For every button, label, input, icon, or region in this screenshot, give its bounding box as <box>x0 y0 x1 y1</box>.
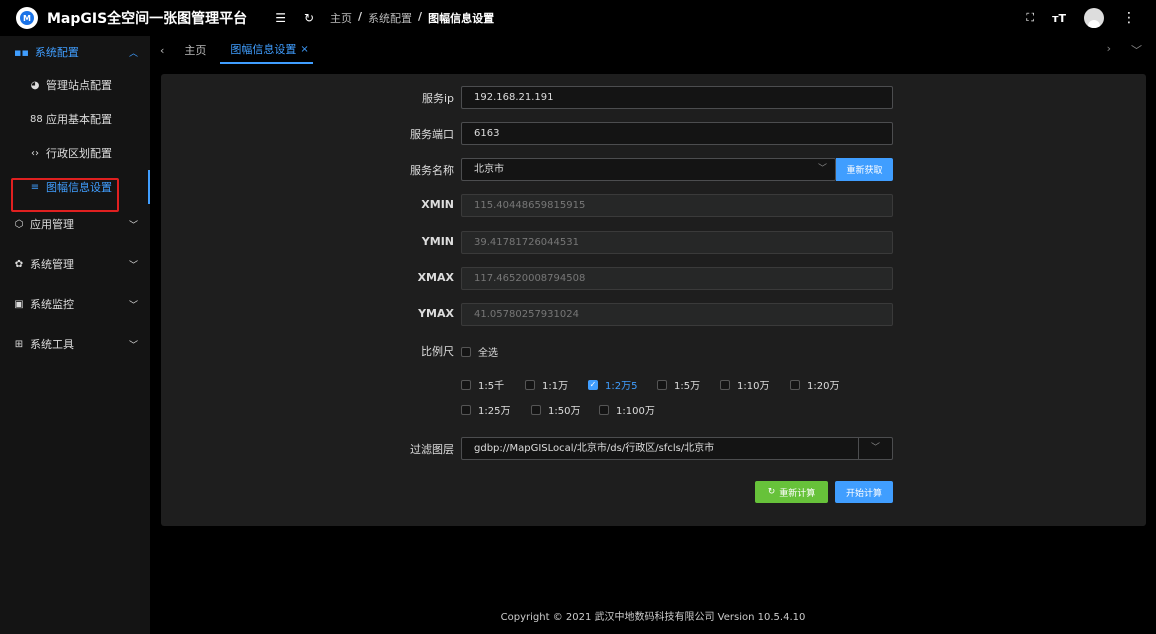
service-port-input[interactable]: 6163 <box>461 122 893 145</box>
service-ip-label: 服务ip <box>421 92 454 105</box>
scale-checkbox-250k[interactable]: 1:25万 <box>461 402 510 417</box>
scale-checkbox-100k[interactable]: 1:10万 <box>720 377 769 392</box>
avatar[interactable] <box>1084 8 1104 28</box>
ymin-label: YMIN <box>421 235 454 248</box>
service-name-label: 服务名称 <box>410 164 454 177</box>
form-panel: 服务ip 192.168.21.191 服务端口 6163 服务名称 北京市 ﹀… <box>161 74 1146 526</box>
chevron-up-icon: ︿ <box>128 48 138 59</box>
sidebar: ▪▪ 系统配置 ︿ ◕ 管理站点配置 88 应用基本配置 ‹› 行政区划配置 ≡… <box>0 36 150 634</box>
form-row-ymax: YMAX 41.05780257931024 <box>161 303 1146 326</box>
scale-checkbox-500k[interactable]: 1:50万 <box>531 402 580 417</box>
chevron-right-icon[interactable]: › <box>1107 42 1111 58</box>
service-name-select[interactable]: 北京市 ﹀ <box>461 158 836 181</box>
monitor-icon: ▣ <box>14 298 24 310</box>
breadcrumb: 主页 / 系统配置 / 图幅信息设置 <box>330 10 495 26</box>
chevron-down-icon: ﹀ <box>128 220 138 231</box>
box-icon: ⬡ <box>14 218 24 230</box>
ymin-input: 39.41781726044531 <box>461 231 893 254</box>
more-icon[interactable]: ⋮ <box>1122 10 1136 26</box>
tab-home[interactable]: 主页 <box>184 36 206 64</box>
sidebar-group-system-management[interactable]: ✿ 系统管理 ﹀ <box>0 244 150 284</box>
chevron-down-icon: ﹀ <box>858 438 892 459</box>
chevron-down-icon: ﹀ <box>128 260 138 271</box>
form-row-service-ip: 服务ip 192.168.21.191 <box>161 86 1146 109</box>
scale-checkbox-50k[interactable]: 1:5万 <box>657 377 700 392</box>
service-ip-input[interactable]: 192.168.21.191 <box>461 86 893 109</box>
form-row-service-name: 服务名称 北京市 ﹀ 重新获取 <box>161 158 1146 181</box>
form-row-scale: 比例尺 全选 <box>161 339 1146 362</box>
form-row-actions: ↻ 重新计算 开始计算 <box>161 481 1146 504</box>
app-logo-icon: M <box>16 7 38 29</box>
chevron-down-icon: ﹀ <box>817 164 827 174</box>
refresh-icon: ↻ <box>767 487 776 497</box>
top-bar: M MapGIS全空间一张图管理平台 ☰ ↻ 主页 / 系统配置 / 图幅信息设… <box>0 0 1156 36</box>
scale-options-row-2: 1:25万 1:50万 1:100万 <box>161 399 1146 422</box>
ymax-input: 41.05780257931024 <box>461 303 893 326</box>
scale-checkbox-5k[interactable]: 1:5千 <box>461 377 504 392</box>
service-port-label: 服务端口 <box>410 128 454 141</box>
scale-options-row-1: 1:5千 1:1万 ✓ 1:2万5 1:5万 1:10万 1:20万 <box>161 374 1146 397</box>
xmax-label: XMAX <box>417 271 454 284</box>
select-all-checkbox[interactable]: 全选 <box>461 344 498 359</box>
sidebar-group-system-config[interactable]: ▪▪ 系统配置 ︿ <box>0 36 150 68</box>
scale-checkbox-1m[interactable]: 1:100万 <box>599 402 655 417</box>
check-icon: ✓ <box>588 379 598 390</box>
highlight-box <box>11 178 119 212</box>
xmin-input: 115.40448659815915 <box>461 194 893 217</box>
filter-layer-label: 过滤图层 <box>410 443 454 456</box>
sidebar-group-system-tools[interactable]: ⊞ 系统工具 ﹀ <box>0 324 150 364</box>
breadcrumb-current: 图幅信息设置 <box>428 12 495 25</box>
filter-layer-select[interactable]: gdbp://MapGISLocal/北京市/ds/行政区/sfcls/北京市 … <box>461 437 893 460</box>
sidebar-group-system-monitor[interactable]: ▣ 系统监控 ﹀ <box>0 284 150 324</box>
xmax-input: 117.46520008794508 <box>461 267 893 290</box>
form-row-service-port: 服务端口 6163 <box>161 122 1146 145</box>
breadcrumb-home[interactable]: 主页 <box>330 10 352 26</box>
close-icon[interactable]: × <box>300 44 308 55</box>
chevron-down-icon[interactable]: ﹀ <box>1131 42 1142 58</box>
fullscreen-icon[interactable]: ⛶ <box>1026 11 1034 25</box>
refresh-icon[interactable]: ↻ <box>304 11 314 25</box>
globe-icon: ◕ <box>30 79 40 91</box>
code-icon: ‹› <box>31 147 39 159</box>
footer-copyright: Copyright © 2021 武汉中地数码科技有限公司 Version 10… <box>500 612 806 623</box>
refetch-button[interactable]: 重新获取 <box>836 158 893 181</box>
gear-icon: ✿ <box>14 258 24 270</box>
scale-label: 比例尺 <box>421 345 454 358</box>
collapse-menu-icon[interactable]: ☰ <box>275 11 286 25</box>
scale-checkbox-10k[interactable]: 1:1万 <box>525 377 568 392</box>
breadcrumb-system-config[interactable]: 系统配置 <box>368 10 412 26</box>
sidebar-item-site-config[interactable]: ◕ 管理站点配置 <box>0 68 150 102</box>
app-title: MapGIS全空间一张图管理平台 <box>47 11 248 27</box>
scale-checkbox-25k[interactable]: ✓ 1:2万5 <box>588 377 637 392</box>
start-calculation-button[interactable]: 开始计算 <box>835 481 893 503</box>
font-size-icon[interactable]: тT <box>1052 12 1066 25</box>
form-row-xmin: XMIN 115.40448659815915 <box>161 194 1146 217</box>
ymax-label: YMAX <box>418 307 454 320</box>
sidebar-item-admin-division-config[interactable]: ‹› 行政区划配置 <box>0 136 150 170</box>
checkbox-box <box>461 346 471 357</box>
form-row-ymin: YMIN 39.41781726044531 <box>161 231 1146 254</box>
grid-icon: ▪▪ <box>14 45 29 59</box>
scale-checkbox-200k[interactable]: 1:20万 <box>790 377 839 392</box>
chevron-down-icon: ﹀ <box>128 300 138 311</box>
chevron-down-icon: ﹀ <box>128 340 138 351</box>
form-row-filter-layer: 过滤图层 gdbp://MapGISLocal/北京市/ds/行政区/sfcls… <box>161 437 1146 460</box>
xmin-label: XMIN <box>421 198 454 211</box>
recalculate-button[interactable]: ↻ 重新计算 <box>755 481 828 503</box>
chevron-left-icon[interactable]: ‹ <box>160 44 164 57</box>
form-row-xmax: XMAX 117.46520008794508 <box>161 267 1146 290</box>
toolbox-icon: ⊞ <box>14 338 24 350</box>
tab-bar: ‹ 主页 图幅信息设置 × › ﹀ <box>150 36 1156 64</box>
sidebar-item-app-basic-config[interactable]: 88 应用基本配置 <box>0 102 150 136</box>
grid-icon: 88 <box>30 113 43 125</box>
tab-map-sheet-settings[interactable]: 图幅信息设置 × <box>220 36 313 64</box>
